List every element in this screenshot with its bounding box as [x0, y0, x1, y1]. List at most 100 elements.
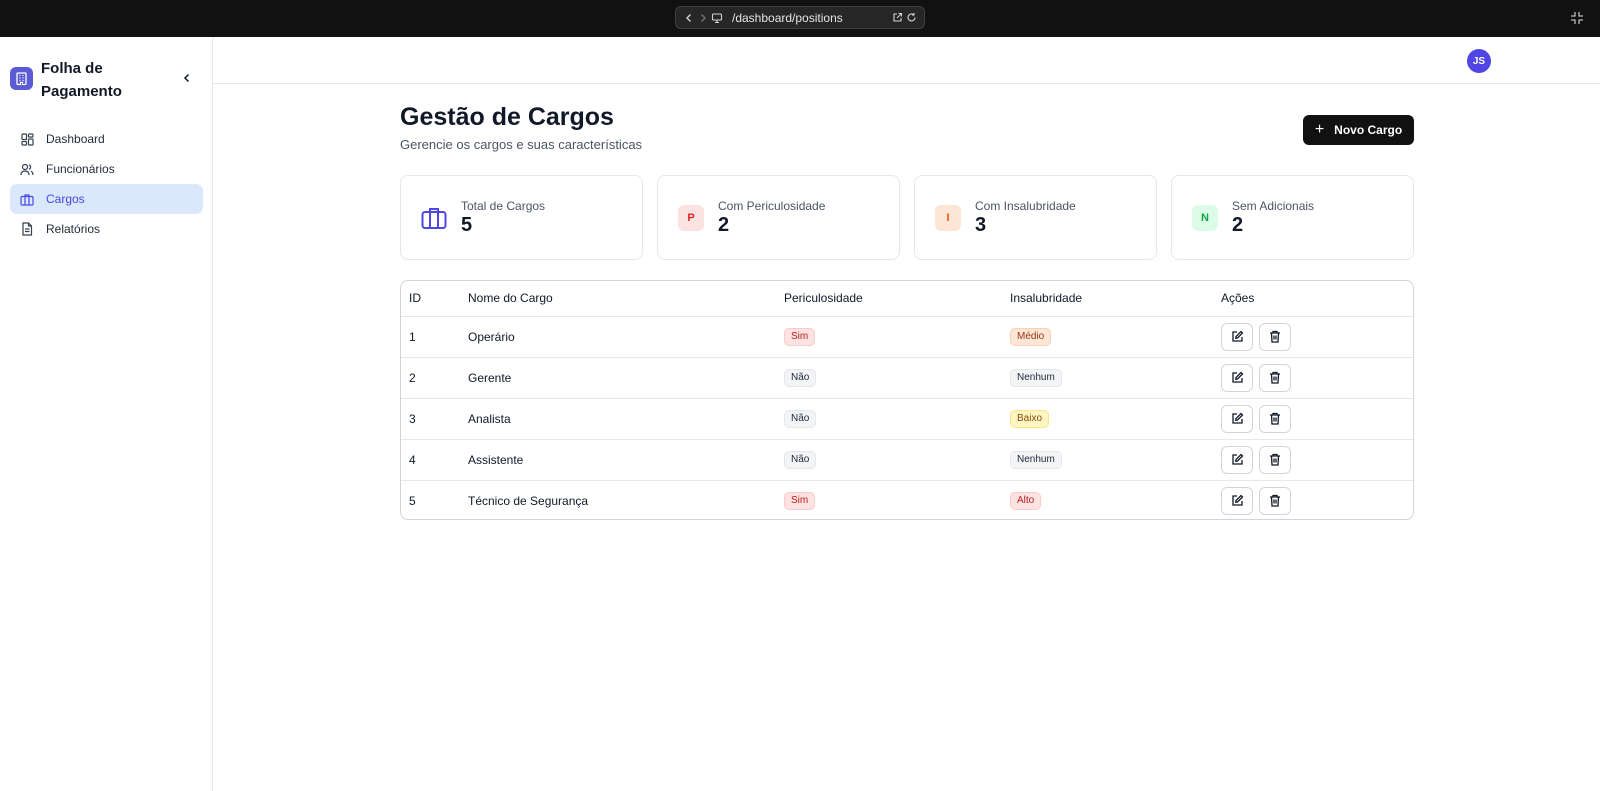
stat-value: 2: [1232, 214, 1244, 236]
cell-periculosidade: Sim: [776, 316, 1002, 358]
cell-name: Assistente: [460, 439, 776, 481]
new-position-button[interactable]: + Novo Cargo: [1303, 115, 1414, 145]
forward-icon[interactable]: [696, 11, 710, 25]
stat-card-sem-adicionais: N Sem Adicionais 2: [1171, 175, 1414, 260]
address-bar[interactable]: /dashboard/positions: [675, 6, 925, 29]
stat-label: Com Periculosidade: [718, 199, 826, 213]
cell-name: Operário: [460, 316, 776, 358]
url-text[interactable]: /dashboard/positions: [732, 11, 890, 25]
sidebar-item-cargos[interactable]: Cargos: [10, 184, 203, 214]
cell-id: 5: [409, 493, 416, 508]
external-link-icon[interactable]: [890, 11, 904, 25]
sidebar-item-label: Relatórios: [46, 222, 101, 236]
page-subtitle: Gerencie os cargos e suas característica…: [400, 137, 643, 152]
insalubridade-letter-icon: I: [935, 205, 961, 231]
cell-id: 2: [401, 357, 460, 399]
positions-table: ID Nome do Cargo Periculosidade Insalubr…: [400, 280, 1414, 520]
table-header-row: ID Nome do Cargo Periculosidade Insalubr…: [401, 281, 1413, 317]
cell-id: 3: [401, 398, 460, 440]
cell-actions: [1213, 398, 1413, 440]
grid-icon: [20, 132, 34, 146]
status-badge: Alto: [1010, 491, 1042, 510]
brand-title: Folha de Pagamento: [41, 60, 122, 100]
cell-periculosidade: Não: [776, 439, 1002, 481]
back-icon[interactable]: [682, 11, 696, 25]
edit-button[interactable]: [1221, 486, 1253, 515]
sidebar: Folha de Pagamento Dashboard Funcionário…: [0, 37, 213, 791]
avatar[interactable]: JS: [1467, 49, 1491, 73]
sidebar-item-dashboard[interactable]: Dashboard: [10, 124, 203, 154]
edit-button[interactable]: [1221, 322, 1253, 351]
sidebar-item-funcionarios[interactable]: Funcionários: [10, 154, 203, 184]
edit-icon: [1231, 494, 1243, 506]
status-badge: Médio: [1010, 327, 1052, 346]
sidebar-item-label: Funcionários: [46, 162, 115, 176]
status-badge: Sim: [784, 327, 816, 346]
stat-card-total: Total de Cargos 5: [400, 175, 643, 260]
cell-actions: [1213, 480, 1413, 519]
status-badge: Nenhum: [1010, 368, 1062, 387]
cell-periculosidade: Não: [776, 398, 1002, 440]
table-row: 4 Assistente Não Nenhum: [401, 439, 1413, 481]
trash-icon: [1270, 330, 1280, 343]
collapse-sidebar-button[interactable]: [180, 71, 194, 85]
cell-insalubridade: Alto: [1002, 480, 1213, 519]
status-badge: Baixo: [1010, 409, 1050, 428]
column-header-actions: Ações: [1213, 281, 1413, 317]
delete-button[interactable]: [1259, 404, 1291, 433]
cell-insalubridade: Baixo: [1002, 398, 1213, 440]
browser-toolbar: /dashboard/positions: [0, 0, 1600, 37]
delete-button[interactable]: [1259, 322, 1291, 351]
status-badge: Sim: [784, 491, 816, 510]
cell-name: Analista: [460, 398, 776, 440]
sidebar-nav: Dashboard Funcionários Cargos Relatórios: [10, 124, 203, 244]
cell-insalubridade: Nenhum: [1002, 439, 1213, 481]
delete-button[interactable]: [1259, 445, 1291, 474]
page-title: Gestão de Cargos: [400, 103, 614, 131]
stat-label: Com Insalubridade: [975, 199, 1076, 213]
sem-adicionais-letter-icon: N: [1192, 205, 1218, 231]
users-icon: [20, 162, 34, 176]
briefcase-icon: [421, 205, 447, 231]
table-row: 5 Técnico de Segurança Sim Alto: [401, 480, 1413, 519]
brand[interactable]: Folha de Pagamento: [10, 57, 151, 103]
edit-button[interactable]: [1221, 445, 1253, 474]
reload-icon[interactable]: [904, 11, 918, 25]
cell-name: Gerente: [460, 357, 776, 399]
cell-insalubridade: Médio: [1002, 316, 1213, 358]
cell-insalubridade: Nenhum: [1002, 357, 1213, 399]
sidebar-item-label: Dashboard: [46, 132, 105, 146]
table-row: 2 Gerente Não Nenhum: [401, 357, 1413, 399]
edit-button[interactable]: [1221, 363, 1253, 392]
status-badge: Não: [784, 368, 817, 387]
stat-label: Total de Cargos: [461, 199, 546, 213]
exit-fullscreen-icon[interactable]: [1570, 11, 1584, 25]
column-header-insalubridade: Insalubridade: [1002, 281, 1213, 317]
table-row: 3 Analista Não Baixo: [401, 398, 1413, 440]
column-header-name: Nome do Cargo: [460, 281, 776, 317]
stat-card-insalubridade: I Com Insalubridade 3: [914, 175, 1157, 260]
top-header: [213, 37, 1600, 84]
stats-row: Total de Cargos 5 P Com Periculosidade 2…: [400, 175, 1414, 260]
table-row: 1 Operário Sim Médio: [401, 316, 1413, 358]
column-header-id: ID: [401, 281, 460, 317]
trash-icon: [1270, 453, 1280, 466]
chevron-left-icon: [183, 73, 190, 83]
delete-button[interactable]: [1259, 486, 1291, 515]
edit-button[interactable]: [1221, 404, 1253, 433]
edit-icon: [1231, 371, 1243, 383]
file-text-icon: [20, 222, 34, 236]
briefcase-icon: [20, 192, 34, 206]
status-badge: Não: [784, 409, 817, 428]
stat-value: 5: [461, 214, 473, 236]
delete-button[interactable]: [1259, 363, 1291, 392]
monitor-icon: [710, 11, 724, 25]
sidebar-item-label: Cargos: [46, 192, 85, 206]
sidebar-item-relatorios[interactable]: Relatórios: [10, 214, 203, 244]
cell-id: 1: [401, 316, 460, 358]
trash-icon: [1270, 412, 1280, 425]
stat-value: 3: [975, 214, 987, 236]
trash-icon: [1270, 371, 1280, 384]
status-badge: Nenhum: [1010, 450, 1062, 469]
status-badge: Não: [784, 450, 817, 469]
